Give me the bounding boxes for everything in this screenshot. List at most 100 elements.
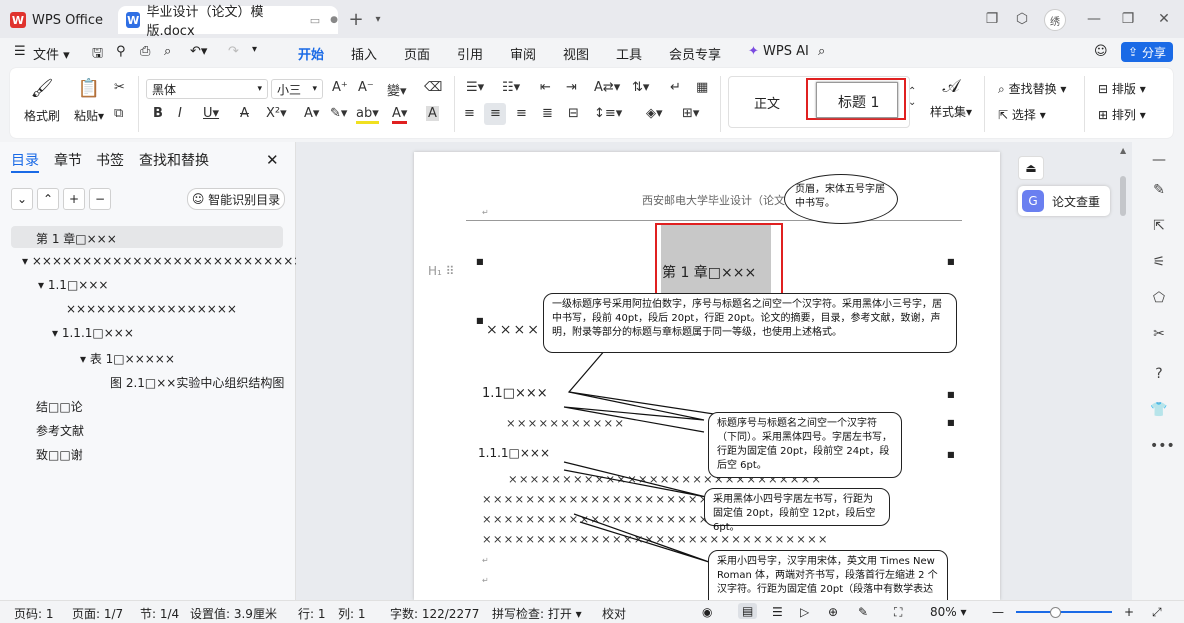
heading-drag-handle-icon[interactable]: H₁ ⠿: [428, 264, 454, 278]
status-pages[interactable]: 页面: 1/7: [72, 605, 123, 622]
align-right-icon[interactable]: ≡: [516, 106, 527, 121]
line-spacing-icon[interactable]: ↕≡▾: [594, 106, 622, 121]
tab-toc[interactable]: 目录: [11, 150, 39, 170]
vertical-scrollbar[interactable]: ▲: [1118, 146, 1128, 600]
chinese-layout-icon[interactable]: A⇄▾: [594, 80, 620, 95]
highlight-icon[interactable]: ab▾: [356, 106, 379, 124]
eject-icon[interactable]: ⏏: [1018, 156, 1044, 180]
save-icon[interactable]: 🖫: [92, 44, 103, 66]
status-setting[interactable]: 设置值: 3.9厘米: [190, 605, 277, 622]
toc-item[interactable]: 图 2.1□××实验中心组织结构图: [110, 374, 284, 391]
maximize-icon[interactable]: ❐: [1118, 9, 1138, 29]
align-center-icon[interactable]: ≡: [490, 106, 501, 121]
plagiarism-check-button[interactable]: G 论文查重: [1018, 186, 1110, 216]
outline-view-icon[interactable]: ☰: [772, 605, 783, 619]
shrink-font-icon[interactable]: A⁻: [358, 80, 374, 95]
tab-find-replace[interactable]: 查找和替换: [139, 150, 209, 170]
toc-item[interactable]: ×××××××××××××××××: [66, 302, 237, 316]
undo-icon[interactable]: ↶▾: [190, 44, 207, 59]
format-painter-button[interactable]: 🖌 格式刷: [22, 78, 62, 124]
document-page[interactable]: 西安邮电大学毕业设计（论文 ↵ 第 1 章□××× ■ ■ ■ ■ ×××× 1…: [414, 152, 1000, 610]
sort-icon[interactable]: ⇅▾: [632, 80, 649, 95]
text-effect-icon[interactable]: A▾: [304, 106, 319, 121]
pen-icon[interactable]: ✎: [858, 605, 868, 619]
borders-grid-icon[interactable]: ▦: [696, 80, 708, 95]
zoom-out-icon[interactable]: —: [992, 605, 1004, 619]
menu-wps-ai[interactable]: ✦ WPS AI: [748, 44, 809, 59]
redo-icon[interactable]: ↷: [228, 44, 239, 59]
more-icon[interactable]: •••: [1150, 438, 1175, 456]
shading-icon[interactable]: ◈▾: [646, 106, 663, 121]
menu-view[interactable]: 视图: [563, 44, 589, 63]
tab-wps-home[interactable]: W WPS Office: [10, 6, 110, 34]
superscript-icon[interactable]: X²▾: [266, 106, 287, 121]
zoom-level[interactable]: 80% ▾: [930, 605, 967, 619]
shape-icon[interactable]: ⬠: [1150, 290, 1168, 308]
menu-home[interactable]: 开始: [298, 44, 324, 63]
style-scroll-icon[interactable]: ⌃ ⌄: [908, 86, 916, 108]
cursor-select-icon[interactable]: ⇱: [1150, 218, 1168, 236]
toc-item[interactable]: 结□□论: [36, 398, 83, 415]
numbered-list-icon[interactable]: ☷▾: [502, 80, 520, 95]
more-chevron-icon[interactable]: ▾: [252, 44, 257, 55]
style-normal[interactable]: 正文: [754, 93, 780, 112]
page-view-icon[interactable]: ▤: [738, 603, 758, 619]
arrange-button[interactable]: ⊞ 排列 ▾: [1098, 106, 1146, 123]
share-button[interactable]: ⇪ 分享: [1121, 42, 1173, 62]
menu-reference[interactable]: 引用: [457, 44, 483, 63]
border-icon[interactable]: ⊞▾: [682, 106, 699, 121]
italic-icon[interactable]: I: [178, 106, 182, 121]
tools-icon[interactable]: ✂: [1150, 326, 1168, 344]
menu-tools[interactable]: 工具: [616, 44, 642, 63]
menu-page[interactable]: 页面: [404, 44, 430, 63]
toc-item[interactable]: ▾ 表 1□×××××: [80, 350, 175, 367]
font-name-select[interactable]: 黑体 ▾: [146, 79, 268, 99]
clear-format-icon[interactable]: ⌫: [424, 80, 442, 95]
paste-button[interactable]: 📋 粘贴▾: [68, 78, 110, 124]
avatar[interactable]: 绣: [1044, 9, 1066, 31]
shirt-icon[interactable]: 👕: [1150, 402, 1168, 420]
toc-item[interactable]: 参考文献: [36, 422, 84, 439]
smart-toc-button[interactable]: ☺ 智能识别目录: [187, 188, 285, 210]
align-left-icon[interactable]: ≡: [464, 106, 475, 121]
window-restore-icon[interactable]: ❐: [982, 9, 1002, 29]
web-view-icon[interactable]: ⊕: [828, 605, 838, 619]
expand-icon[interactable]: ⌃: [37, 188, 59, 210]
status-page-number[interactable]: 页码: 1: [14, 605, 54, 622]
add-icon[interactable]: +: [63, 188, 85, 210]
toc-item[interactable]: ▾ 1.1.1□×××: [52, 326, 134, 340]
grow-font-icon[interactable]: A⁺: [332, 80, 348, 95]
fullscreen-icon[interactable]: ⤢: [1152, 605, 1162, 620]
minimize-icon[interactable]: —: [1084, 9, 1104, 29]
toc-item[interactable]: ▾ 1.1□×××: [38, 278, 108, 292]
minus-icon[interactable]: —: [1150, 152, 1168, 170]
menu-file[interactable]: 文件 ▾: [33, 44, 70, 63]
menu-member[interactable]: 会员专享: [669, 44, 721, 63]
font-size-select[interactable]: 小三 ▾: [271, 79, 323, 99]
style-heading1[interactable]: 标题 1: [838, 92, 879, 112]
menu-review[interactable]: 审阅: [510, 44, 536, 63]
tab-chapter[interactable]: 章节: [54, 150, 82, 170]
pen-icon[interactable]: ✎: [1150, 182, 1168, 200]
tab-bookmark[interactable]: 书签: [96, 150, 124, 170]
new-tab-icon[interactable]: +: [346, 9, 366, 30]
status-word-count[interactable]: 字数: 122/2277: [390, 605, 479, 622]
print-icon[interactable]: ⎙: [140, 44, 150, 59]
decrease-indent-icon[interactable]: ⇤: [540, 80, 551, 95]
eye-icon[interactable]: ◉: [702, 605, 712, 619]
layout-button[interactable]: ⊟ 排版 ▾: [1098, 80, 1146, 97]
underline-icon[interactable]: U▾: [203, 106, 219, 121]
remove-icon[interactable]: −: [89, 188, 111, 210]
cube-icon[interactable]: ⬡: [1012, 9, 1032, 29]
increase-indent-icon[interactable]: ⇥: [566, 80, 577, 95]
distributed-icon[interactable]: ⊟: [568, 106, 579, 121]
share-link-icon[interactable]: ⚲: [116, 44, 126, 59]
status-spell-check[interactable]: 拼写检查: 打开 ▾: [492, 605, 582, 622]
crop-icon[interactable]: ⛶: [894, 605, 902, 620]
find-replace-button[interactable]: ⌕ 查找替换 ▾: [998, 80, 1066, 97]
copy-icon[interactable]: ⧉: [114, 106, 123, 121]
status-row[interactable]: 行: 1: [298, 605, 326, 622]
chat-icon[interactable]: ☺: [1094, 44, 1108, 59]
zoom-in-icon[interactable]: +: [1124, 605, 1134, 619]
bullet-list-icon[interactable]: ☰▾: [466, 80, 484, 95]
